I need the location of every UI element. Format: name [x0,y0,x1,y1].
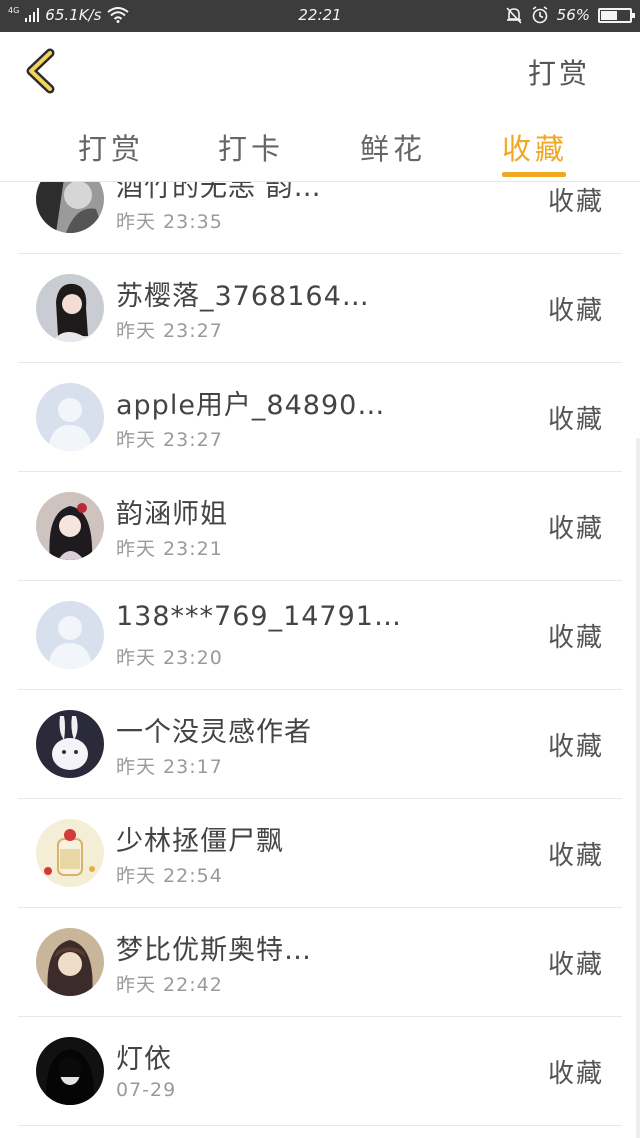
tab-flowers[interactable]: 鲜花 [360,126,426,168]
action-label: 收藏 [547,187,604,217]
list-item[interactable]: 韵涵师姐昨天 23:21 收藏 [18,472,622,581]
action-label: 收藏 [547,405,604,435]
avatar[interactable] [36,710,104,778]
battery-percent: 56% [556,6,590,24]
header: 打赏 [0,32,640,108]
avatar[interactable] [36,383,104,451]
avatar[interactable] [36,601,104,669]
timestamp: 昨天 23:27 [116,429,223,451]
avatar[interactable] [36,492,104,560]
user-name: apple用户_84890… [116,390,386,421]
timestamp: 昨天 22:54 [116,865,223,887]
action-label: 收藏 [547,950,604,980]
action-label: 收藏 [547,732,604,762]
user-name: 梦比优斯奥特… [116,935,312,966]
status-bar: 4G 65.1K/s 22:21 56% [0,0,640,32]
timestamp: 昨天 23:20 [116,647,223,669]
timestamp: 昨天 23:27 [116,320,223,342]
user-name: 一个没灵感作者 [116,717,312,748]
avatar[interactable] [36,928,104,996]
list-item[interactable]: 酒竹的无恙 韵… 昨天 23:35 收藏 [18,182,622,254]
avatar[interactable] [36,1037,104,1105]
list-item[interactable]: 梦比优斯奥特… 昨天 22:42 收藏 [18,908,622,1017]
status-right: 56% [505,6,635,24]
battery-fill [601,10,617,20]
tab-checkin[interactable]: 打卡 [218,126,284,168]
user-name: 灯依 [116,1044,172,1075]
user-name: 苏樱落_3768164… [116,281,370,312]
timestamp: 昨天 23:21 [116,538,223,560]
chevron-left-icon [26,48,55,94]
list-item[interactable]: 灯依 07-29 收藏 [18,1017,622,1126]
timestamp: 07-29 [116,1079,177,1101]
battery-icon [598,7,635,23]
user-name: 韵涵师姐 [116,499,228,530]
action-label: 收藏 [547,841,604,871]
scrollbar[interactable] [636,438,640,1138]
timestamp: 昨天 22:42 [116,974,223,996]
list-item[interactable]: 一个没灵感作者昨天 23:17 收藏 [18,690,622,799]
bell-muted-icon [506,7,522,24]
action-label: 收藏 [547,296,604,326]
tab-bar: 打赏 打卡 鲜花 收藏 [0,108,640,182]
user-name: 138***769_14791… [116,601,402,632]
action-label: 收藏 [547,1059,604,1089]
tab-favorites[interactable]: 收藏 [502,126,568,168]
timestamp: 昨天 23:35 [116,211,223,233]
user-name: 酒竹的无恙 韵… [116,182,322,203]
favorites-list[interactable]: 酒竹的无恙 韵… 昨天 23:35 收藏 苏樱落_3768164… 昨天 23:27 收藏… [0,182,640,1138]
list-item[interactable]: 苏樱落_3768164… 昨天 23:27 收藏 [18,254,622,363]
alarm-icon [532,6,548,24]
active-tab-indicator [502,172,566,177]
tab-reward[interactable]: 打赏 [78,126,144,168]
list-item[interactable]: 少林拯僵尸飘昨天 22:54 收藏 [18,799,622,908]
list-item[interactable]: 138***769_14791… 昨天 23:20 收藏 [18,581,622,690]
back-button[interactable] [22,48,62,94]
avatar[interactable] [36,182,104,233]
avatar[interactable] [36,274,104,342]
reward-button[interactable]: 打赏 [528,52,590,92]
action-label: 收藏 [547,514,604,544]
timestamp: 昨天 23:17 [116,756,223,778]
action-label: 收藏 [547,623,604,653]
avatar[interactable] [36,819,104,887]
list-item[interactable]: apple用户_84890… 昨天 23:27 收藏 [18,363,622,472]
user-name: 少林拯僵尸飘 [116,826,284,857]
